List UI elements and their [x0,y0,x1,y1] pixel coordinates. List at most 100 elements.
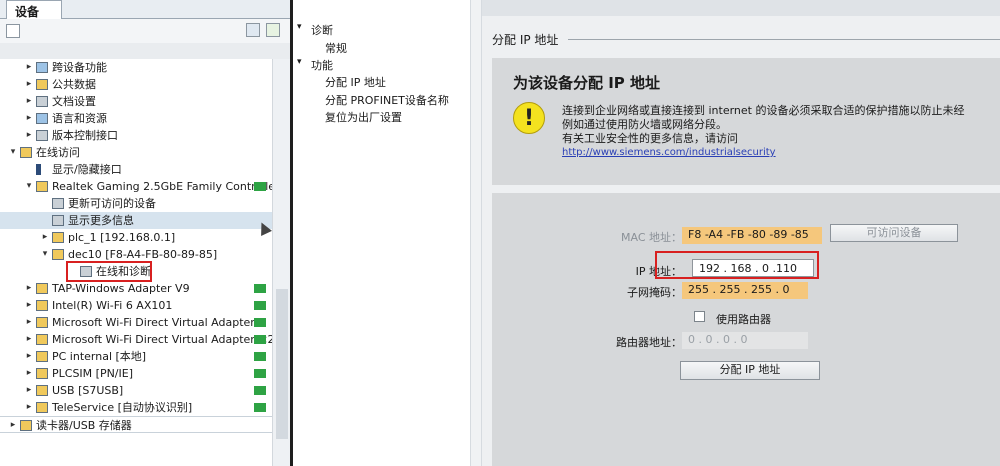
mac-label: MAC 地址： [621,231,682,244]
tree-item[interactable]: ▾ 在线访问 [0,144,272,161]
folder-icon [36,79,48,90]
expand-arrow-icon[interactable]: ▸ [24,382,34,399]
tree-item[interactable]: ▸ TAP-Windows Adapter V9 [0,280,272,297]
subnet-mask-input[interactable]: 255 . 255 . 255 . 0 [682,282,808,299]
expand-arrow-icon[interactable]: ▸ [40,229,50,246]
tree-item[interactable]: 显示更多信息 [0,212,272,229]
folder-icon [36,402,48,413]
tree-item[interactable]: ▸ 读卡器/USB 存储器 [0,416,272,433]
tree-item-label: 读卡器/USB 存储器 [36,419,132,432]
tree-header-band [0,43,290,59]
expand-arrow-icon[interactable]: ▸ [24,297,34,314]
tree-item[interactable]: ▸ 公共数据 [0,76,272,93]
selection-highlight-box [66,261,152,282]
nav-item[interactable]: 常规 [325,40,347,56]
security-link[interactable]: http://www.siemens.com/industrialsecurit… [562,147,776,158]
tree-item[interactable]: ▸ 文档设置 [0,93,272,110]
collapse-arrow-icon[interactable]: ▾ [40,246,50,263]
tree-scrollbar[interactable] [272,59,290,466]
nav-item[interactable]: 分配 PROFINET设备名称 [325,92,449,108]
tree-item-label: PLCSIM [PN/IE] [52,367,134,380]
tree-item-label: USB [S7USB] [52,384,124,397]
nav-scrollbar[interactable] [470,0,482,466]
online-status-icon [254,318,266,327]
expand-arrow-icon[interactable]: ▸ [24,399,34,416]
expand-arrow-icon[interactable]: ▸ [24,127,34,144]
online-status-icon [254,301,266,310]
expand-arrow-icon[interactable]: ▸ [8,417,18,434]
network-view-icon[interactable] [266,23,280,37]
section-divider [568,39,1000,40]
collapse-arrow-icon[interactable]: ▾ [24,178,34,195]
tree-item[interactable]: ▸ 语言和资源 [0,110,272,127]
tree-item[interactable]: ▸ Intel(R) Wi-Fi 6 AX101 [0,297,272,314]
folder-icon [52,198,64,209]
tree-item[interactable]: ▸ Microsoft Wi-Fi Direct Virtual Adapter [0,314,272,331]
use-router-label: 使用路由器 [716,313,771,326]
expand-arrow-icon[interactable]: ▸ [24,110,34,127]
collapse-arrow-icon[interactable]: ▾ [297,57,302,67]
collapse-arrow-icon[interactable]: ▾ [297,22,302,32]
nav-item[interactable]: 复位为出厂设置 [325,109,402,125]
assign-ip-page: 分配 IP 地址 为该设备分配 IP 地址 ! 连接到企业网络或直接连接到 in… [482,0,1000,466]
tree-item-label: Realtek Gaming 2.5GbE Family Controller [52,180,280,193]
tab-devices[interactable]: 设备 [6,0,62,19]
expand-arrow-icon[interactable]: ▸ [24,365,34,382]
tree-item-label: TeleService [自动协议识别] [52,401,193,414]
tree-item[interactable]: ▸ Microsoft Wi-Fi Direct Virtual Adapter … [0,331,284,348]
ip-settings-panel: MAC 地址： F8 -A4 -FB -80 -89 -85 可访问设备 IP … [492,193,1000,466]
folder-icon [52,215,64,226]
tree-item[interactable]: ▸ 跨设备功能 [0,59,272,76]
tree-item[interactable]: ▸ PLCSIM [PN/IE] [0,365,272,382]
folder-icon [36,385,48,396]
expand-arrow-icon[interactable]: ▸ [24,314,34,331]
accessible-devices-button[interactable]: 可访问设备 [830,224,958,242]
tree-item[interactable]: ▸ TeleService [自动协议识别] [0,399,272,416]
tree-item-label: PC internal [本地] [52,350,147,363]
overview-icon[interactable] [246,23,260,37]
router-address-input[interactable]: 0 . 0 . 0 . 0 [682,332,808,349]
folder-icon [36,334,48,345]
nav-item[interactable]: 分配 IP 地址 [325,74,386,90]
tree-item[interactable]: ▸ PC internal [本地] [0,348,272,365]
security-notice-panel: 为该设备分配 IP 地址 ! 连接到企业网络或直接连接到 internet 的设… [492,58,1000,185]
online-status-icon [254,352,266,361]
tree-scrollbar-thumb[interactable] [276,289,288,439]
ip-highlight-box [655,251,819,279]
expand-arrow-icon[interactable]: ▸ [24,348,34,365]
folder-icon [36,283,48,294]
left-toolbar [0,19,290,43]
tree-item[interactable]: ▸ plc_1 [192.168.0.1] [0,229,272,246]
tree-item-label: Intel(R) Wi-Fi 6 AX101 [52,299,173,312]
tree-item[interactable]: 更新可访问的设备 [0,195,272,212]
tree-item[interactable]: ▸ 版本控制接口 [0,127,272,144]
tree-item-label: TAP-Windows Adapter V9 [52,282,190,295]
expand-arrow-icon[interactable]: ▸ [24,76,34,93]
tree-item[interactable]: 显示/隐藏接口 [0,161,272,178]
section-title: 分配 IP 地址 [492,33,559,47]
tree-item[interactable]: 在线和诊断 [0,261,272,282]
expand-arrow-icon[interactable]: ▸ [24,280,34,297]
nav-item[interactable]: 功能 [311,57,333,73]
tree-item[interactable]: ▸ USB [S7USB] [0,382,272,399]
use-router-checkbox[interactable] [694,311,705,322]
folder-icon [36,368,48,379]
tree-item[interactable]: ▾ Realtek Gaming 2.5GbE Family Controller [0,178,280,195]
warning-icon: ! [513,102,545,134]
tree-item-label: 文档设置 [52,95,96,108]
grid-icon[interactable] [6,24,20,38]
folder-icon [36,62,48,73]
device-tree: ▸ 跨设备功能 ▸ 公共数据 ▸ 文档设置 ▸ 语言和资源 ▸ 版本控制接口 ▾ 在线访问 显示/隐藏接… [0,59,284,433]
expand-arrow-icon[interactable]: ▸ [24,331,34,348]
folder-icon [20,147,32,158]
expand-arrow-icon[interactable]: ▸ [24,93,34,110]
collapse-arrow-icon[interactable]: ▾ [8,144,18,161]
expand-arrow-icon[interactable]: ▸ [24,59,34,76]
tree-item-label: 公共数据 [52,78,96,91]
pin-icon [36,164,41,175]
tree-item-label: 跨设备功能 [52,61,107,74]
tree-item-label: 更新可访问的设备 [68,197,156,210]
assign-ip-button[interactable]: 分配 IP 地址 [680,361,820,380]
nav-item[interactable]: 诊断 [311,22,333,38]
online-status-icon [254,335,266,344]
